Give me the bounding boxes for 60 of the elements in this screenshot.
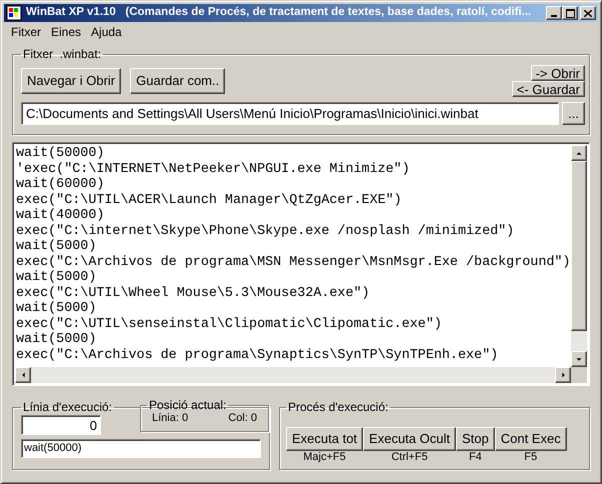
triangle-icon (20, 371, 26, 379)
shortcut-label: Majc+F5 (303, 451, 346, 464)
maximize-icon (566, 8, 574, 18)
run-button[interactable]: Executa tot (286, 427, 364, 451)
file-button[interactable]: Guardar com.. (130, 68, 226, 94)
code-line: wait(50000) (16, 146, 106, 162)
group-title: Procés d'execució: (287, 400, 390, 414)
code-line: wait(5000) (16, 332, 98, 348)
scroll-thumb[interactable] (571, 161, 587, 331)
code-line: wait(5000) (16, 270, 98, 286)
close-icon (584, 10, 592, 16)
command-field[interactable]: wait(50000) (21, 438, 261, 458)
code-line: exec("C:\Archivos de programa\Synaptics\SynTP\SynTPEnh.exe") (16, 348, 500, 363)
triangle-icon (560, 371, 566, 379)
script-editor[interactable] (12, 142, 590, 386)
scroll-arrow-button[interactable] (571, 351, 587, 367)
close-button[interactable] (580, 6, 596, 20)
shortcut-label: Ctrl+F5 (391, 451, 428, 464)
vertical-scrollbar[interactable] (571, 145, 587, 367)
run-button[interactable]: Cont Exec (494, 427, 567, 451)
file-action-button[interactable]: <- Guardar (512, 81, 585, 97)
file-action-button[interactable]: -> Obrir (530, 65, 585, 81)
code-line: exec("C:\UTIL\Wheel Mouse\5.3\Mouse32A.exe") (16, 286, 371, 301)
line-number-field[interactable]: 0 (21, 415, 101, 435)
shortcut-label: F4 (468, 451, 482, 464)
code-line: exec("C:\UTIL\ACER\Launch Manager\QtZgAcer.EXE") (16, 192, 403, 208)
triangle-icon (575, 356, 583, 362)
column-position-text: Col: 0 (228, 412, 257, 425)
code-line: exec("C:\internet\Skype\Phone\Skype.exe /nosplash /minimized") (16, 224, 516, 239)
scroll-arrow-button[interactable] (15, 367, 31, 383)
shortcut-label: F5 (524, 451, 538, 464)
maximize-button[interactable] (562, 6, 578, 20)
code-line: wait(60000) (16, 177, 106, 192)
scroll-arrow-button[interactable] (571, 145, 587, 161)
code-line: exec("C:\Archivos de programa\MSN Messenger\MsnMsgr.Exe /background") (16, 254, 571, 270)
minimize-icon (551, 15, 557, 17)
scroll-arrow-button[interactable] (555, 367, 571, 383)
horizontal-scrollbar[interactable] (15, 367, 571, 383)
menu-item[interactable]: Ajuda (86, 22, 127, 40)
browse-button[interactable]: ... (562, 102, 585, 125)
menu-item[interactable]: Fitxer (6, 22, 46, 40)
code-line: wait(5000) (16, 239, 98, 254)
line-position-text: Línia: 0 (152, 412, 188, 425)
code-line: 'exec("C:\INTERNET\NetPeeker\NPGUI.exe Minimize") (16, 162, 411, 177)
group-title: Posició actual: (148, 398, 228, 412)
scrollbar-corner (571, 367, 587, 383)
file-button[interactable]: Navegar i Obrir (21, 68, 122, 94)
code-line: wait(5000) (16, 301, 98, 316)
path-field[interactable]: C:\Documents and Settings\All Users\Menú Inicio\Programas\Inicio\inici.winbat (21, 102, 559, 125)
group-title: Fitxer .winbat: (22, 47, 102, 61)
window-title: WinBat XP v1.10 (Comandes de Procés, de tractament de textes, base dades, ratolí, codifi... (26, 5, 532, 20)
minimize-button[interactable] (546, 6, 562, 20)
group-title: Línia d'execució: (22, 400, 114, 414)
triangle-icon (575, 150, 583, 156)
run-button[interactable]: Stop (456, 427, 495, 451)
code-line: wait(40000) (16, 208, 106, 224)
menu-item[interactable]: Eines (46, 22, 86, 40)
run-button[interactable]: Executa Ocult (363, 427, 456, 451)
app-icon (6, 5, 22, 21)
code-line: exec("C:\UTIL\senseinstal\Clipomatic\Clipomatic.exe") (16, 316, 443, 332)
